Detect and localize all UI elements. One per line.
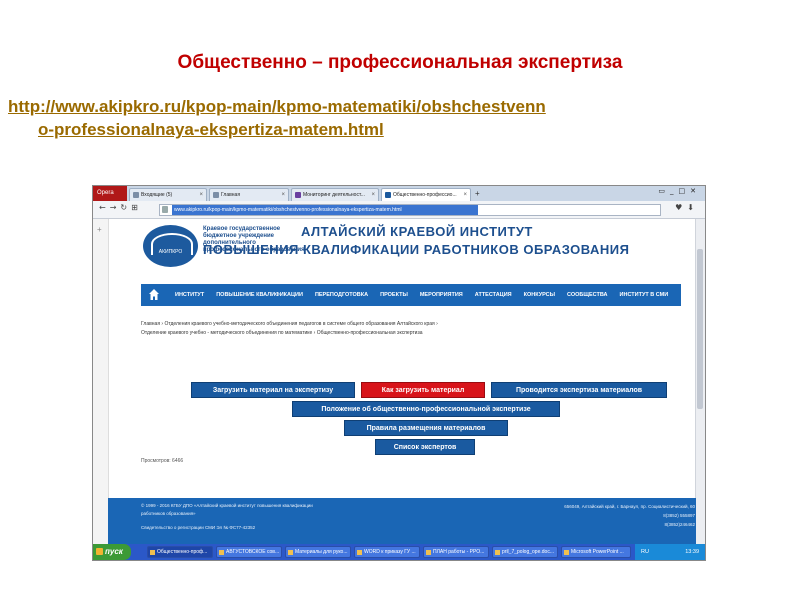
placement-rules-button[interactable]: Правила размещения материалов <box>344 420 508 436</box>
close-icon[interactable]: × <box>199 189 203 201</box>
window-controls[interactable]: ▭_□✕ <box>658 187 701 195</box>
opera-menu-button[interactable]: Opera <box>93 186 127 201</box>
upload-material-button[interactable]: Загрузить материал на экспертизу <box>191 382 355 398</box>
nav-item-retraining[interactable]: ПЕРЕПОДГОТОВКА <box>309 292 374 298</box>
breadcrumb: Главная › Отделения краевого учебно-мето… <box>141 320 661 338</box>
taskbar-item[interactable]: Материалы для руко... <box>285 546 351 558</box>
footer-contacts: 656049, Алтайский край, г. Барнаул, пр. … <box>505 502 695 529</box>
taskbar-item[interactable]: Microsoft PowerPoint ... <box>561 546 631 558</box>
taskbar-item[interactable]: Общественно-проф... <box>147 546 213 558</box>
institute-title-line-1: АЛТАЙСКИЙ КРАЕВОЙ ИНСТИТУТ <box>301 224 533 239</box>
language-indicator[interactable]: RU <box>641 544 649 560</box>
browser-tab-bar: Opera Входящие (5) × Главная × Мониторин… <box>93 186 705 201</box>
regulation-button[interactable]: Положение об общественно-профессионально… <box>292 401 560 417</box>
browser-tab-inbox[interactable]: Входящие (5) × <box>129 188 207 201</box>
site-footer: © 1999 - 2016 КГБУ ДПО «Алтайский краево… <box>108 498 696 544</box>
navigation-buttons[interactable]: ←→↻⊞ <box>99 203 142 212</box>
how-to-upload-button[interactable]: Как загрузить материал <box>361 382 485 398</box>
nav-item-attestation[interactable]: АТТЕСТАЦИЯ <box>469 292 518 298</box>
tab-label: Общественно-профессио... <box>393 192 457 198</box>
footer-copyright: © 1999 - 2016 КГБУ ДПО «Алтайский краево… <box>141 502 361 532</box>
footer-phone[interactable]: 8(3852)246462 <box>505 520 695 529</box>
tab-label: Главная <box>221 192 241 198</box>
footer-registration: Свидетельство о регистрации СМИ Эл № ФС7… <box>141 525 256 530</box>
close-icon[interactable]: × <box>371 189 375 201</box>
footer-copyright-line: работников образования» <box>141 511 196 516</box>
institute-title-line-2: ПОВЫШЕНИЯ КВАЛИФИКАЦИИ РАБОТНИКОВ ОБРАЗО… <box>203 242 630 257</box>
nav-item-events[interactable]: МЕРОПРИЯТИЯ <box>414 292 469 298</box>
breadcrumb-line-1[interactable]: Главная › Отделения краевого учебно-мето… <box>141 320 661 329</box>
taskbar-item[interactable]: ПЛАН работы - PPO... <box>423 546 489 558</box>
expertise-in-progress-button[interactable]: Проводится экспертиза материалов <box>491 382 667 398</box>
slide-url-line-2[interactable]: o-professionalnaya-ekspertiza-matem.html <box>8 118 768 141</box>
slide-url-line-1[interactable]: http://www.akipkro.ru/kpop-main/kpmo-mat… <box>8 95 768 118</box>
home-icon[interactable] <box>149 289 159 300</box>
page-icon <box>385 192 391 198</box>
site-icon <box>162 206 168 213</box>
browser-tab-expertise[interactable]: Общественно-профессио... × <box>381 188 471 201</box>
new-tab-icon[interactable]: + <box>475 189 480 198</box>
nav-item-media[interactable]: ИНСТИТУТ В СМИ <box>614 292 675 298</box>
page-icon <box>213 192 219 198</box>
slide-url-link[interactable]: http://www.akipkro.ru/kpop-main/kpmo-mat… <box>8 95 768 141</box>
institute-logo[interactable]: АКИПКРО <box>143 225 198 267</box>
toolbar-right-icons[interactable]: ♥⬇ <box>675 203 699 212</box>
nav-item-communities[interactable]: СООБЩЕСТВА <box>561 292 613 298</box>
experts-list-button[interactable]: Список экспертов <box>375 439 475 455</box>
tab-label: Входящие (5) <box>141 192 173 198</box>
footer-address: 656049, Алтайский край, г. Барнаул, пр. … <box>564 504 695 509</box>
taskbar-item[interactable]: АВГУСТОВСКОЕ сов... <box>216 546 282 558</box>
nav-item-contests[interactable]: КОНКУРСЫ <box>518 292 561 298</box>
views-counter: Просмотров: 6466 <box>141 458 184 464</box>
footer-copyright-line: © 1999 - 2016 КГБУ ДПО «Алтайский краево… <box>141 503 313 508</box>
browser-screenshot: Opera Входящие (5) × Главная × Мониторин… <box>93 186 705 560</box>
slide-title: Общественно – профессиональная экспертиз… <box>177 52 623 73</box>
breadcrumb-line-2[interactable]: Отделение краевого учебно - методическог… <box>141 329 661 338</box>
scrollbar-thumb[interactable] <box>697 249 703 409</box>
nav-item-qualification[interactable]: ПОВЫШЕНИЕ КВАЛИФИКАЦИИ <box>210 292 309 298</box>
mail-icon <box>133 192 139 198</box>
browser-tab-main[interactable]: Главная × <box>209 188 289 201</box>
url-input[interactable]: www.akipkro.ru/kpop-main/kpmo-matematiki… <box>159 204 661 216</box>
browser-sidebar: + <box>93 219 109 544</box>
browser-tab-monitoring[interactable]: Мониторинг деятельност... × <box>291 188 379 201</box>
page-scrollbar[interactable] <box>695 219 705 544</box>
clock[interactable]: 13:39 <box>685 549 699 555</box>
add-panel-icon[interactable]: + <box>97 225 102 234</box>
system-tray: RU 13:39 <box>635 544 705 560</box>
site-header: АКИПКРО Краевое государственное бюджетно… <box>141 222 681 280</box>
nav-item-institute[interactable]: ИНСТИТУТ <box>169 292 210 298</box>
close-icon[interactable]: × <box>281 189 285 201</box>
taskbar-item[interactable]: WORD к приказу ГУ ... <box>354 546 420 558</box>
page-icon <box>295 192 301 198</box>
start-button[interactable]: пуск <box>93 544 131 560</box>
close-icon[interactable]: × <box>463 189 467 201</box>
site-main-nav: ИНСТИТУТ ПОВЫШЕНИЕ КВАЛИФИКАЦИИ ПЕРЕПОДГ… <box>141 284 681 306</box>
windows-taskbar: пуск Общественно-проф... АВГУСТОВСКОЕ со… <box>93 544 705 560</box>
taskbar-item[interactable]: pril_7_polog_ope.doc... <box>492 546 558 558</box>
nav-item-projects[interactable]: ПРОЕКТЫ <box>374 292 414 298</box>
browser-address-bar: ←→↻⊞ www.akipkro.ru/kpop-main/kpmo-matem… <box>93 201 705 219</box>
footer-phone[interactable]: 8(3852) 555897 <box>505 511 695 520</box>
tab-label: Мониторинг деятельност... <box>303 192 365 198</box>
url-text[interactable]: www.akipkro.ru/kpop-main/kpmo-matematiki… <box>172 205 478 215</box>
